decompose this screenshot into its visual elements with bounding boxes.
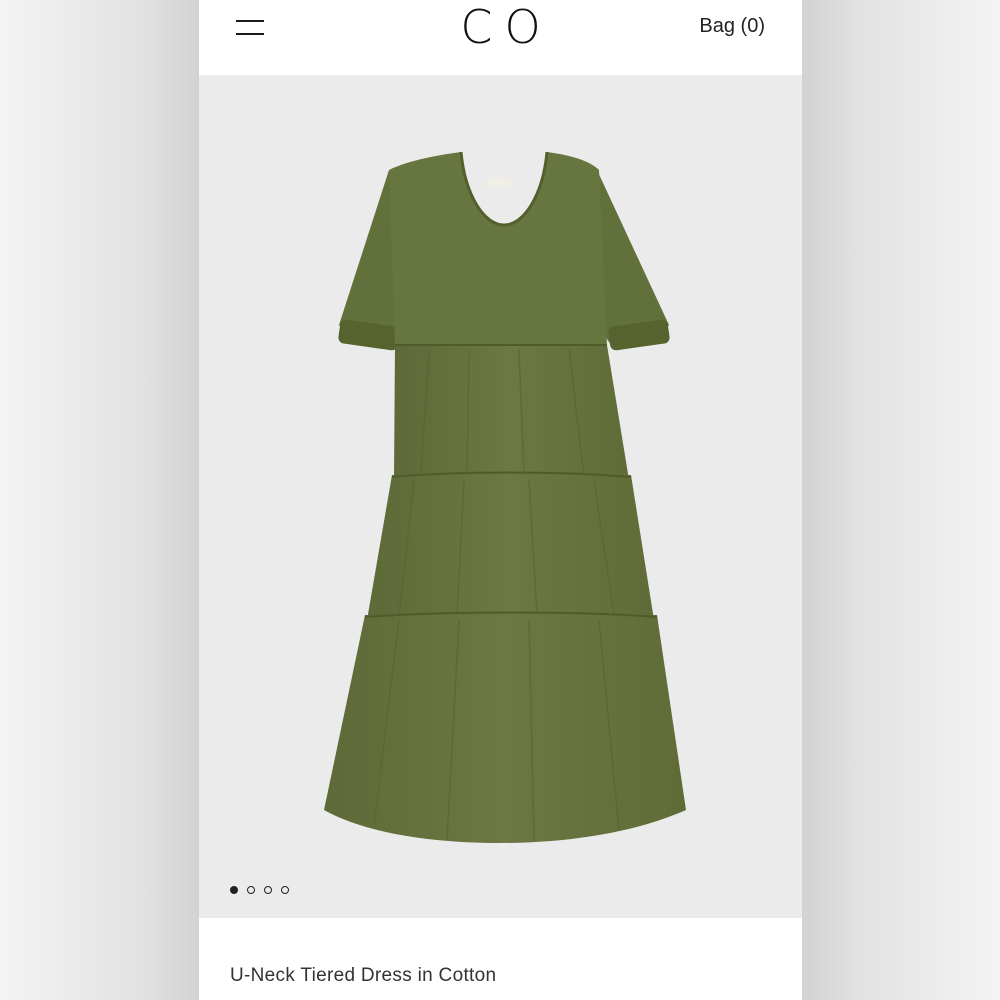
bag-button[interactable]: Bag (0) (699, 15, 765, 38)
product-title: U-Neck Tiered Dress in Cotton (230, 965, 497, 986)
product-image (324, 151, 686, 843)
carousel-dots (230, 886, 289, 894)
carousel-dot[interactable] (247, 886, 255, 894)
product-image-gallery[interactable] (199, 75, 802, 918)
background-right (802, 0, 1000, 1000)
background-left (0, 0, 199, 1000)
carousel-dot[interactable] (264, 886, 272, 894)
site-header: CO Bag (0) (199, 0, 802, 75)
product-info: U-Neck Tiered Dress in Cotton (199, 918, 802, 1000)
carousel-dot[interactable] (281, 886, 289, 894)
product-page: CO Bag (0) U-Neck Tiered Dress in Cotton (199, 0, 802, 1000)
carousel-dot[interactable] (230, 886, 238, 894)
